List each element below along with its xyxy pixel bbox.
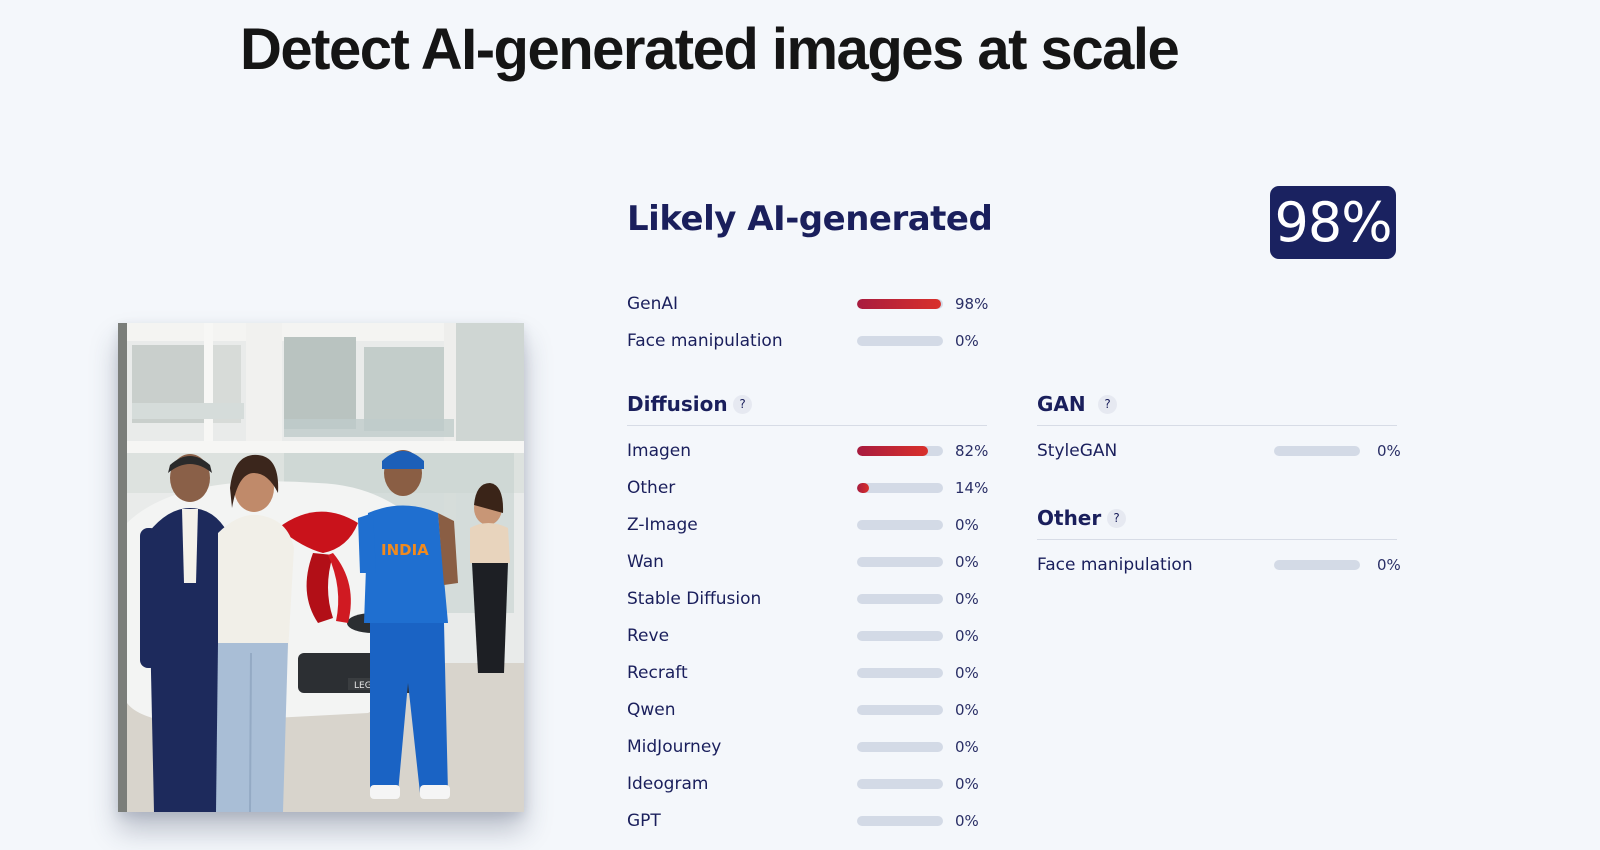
row-value: 0% <box>955 812 979 830</box>
score-bar <box>857 594 943 604</box>
row-label: Recraft <box>627 663 688 683</box>
help-icon[interactable]: ? <box>733 395 752 414</box>
help-icon[interactable]: ? <box>1098 395 1117 414</box>
row-value: 0% <box>955 332 979 350</box>
score-bar <box>857 779 943 789</box>
detector-row: Other 14% <box>627 477 989 514</box>
score-bar <box>857 299 943 309</box>
detector-row: StyleGAN 0% <box>1037 440 1401 477</box>
detector-row: Wan 0% <box>627 551 987 588</box>
score-bar-fill <box>857 299 942 309</box>
score-bar <box>857 668 943 678</box>
row-label: MidJourney <box>627 737 722 757</box>
row-value: 0% <box>955 738 979 756</box>
score-bar <box>857 816 943 826</box>
row-label: Z-Image <box>627 515 698 535</box>
summary-list: GenAI 98% Face manipulation 0% <box>627 293 989 367</box>
diffusion-section: Diffusion ? Imagen 82% Other 14% Z-Image 0% Wa… <box>627 392 989 847</box>
row-label: Wan <box>627 552 664 572</box>
row-value: 0% <box>1377 442 1401 460</box>
detector-row: MidJourney 0% <box>627 736 987 773</box>
summary-row-face-manipulation: Face manipulation 0% <box>627 330 987 367</box>
row-label: GPT <box>627 811 661 831</box>
row-value: 0% <box>955 664 979 682</box>
detector-row: Ideogram 0% <box>627 773 987 810</box>
row-value: 0% <box>955 701 979 719</box>
row-label: StyleGAN <box>1037 441 1118 461</box>
score-bar <box>1274 560 1360 570</box>
gan-rows: StyleGAN 0% <box>1037 440 1401 477</box>
analyzed-image: LEGE INDIA <box>118 323 524 812</box>
detector-row: Stable Diffusion 0% <box>627 588 987 625</box>
page-title: Detect AI-generated images at scale <box>240 17 1180 82</box>
other-rows: Face manipulation 0% <box>1037 554 1401 591</box>
row-value: 0% <box>955 516 979 534</box>
section-title: GAN <box>1037 392 1086 416</box>
diffusion-rows: Imagen 82% Other 14% Z-Image 0% Wan 0% Stable Di… <box>627 440 989 847</box>
score-bar <box>857 446 943 456</box>
verdict-label: Likely AI-generated <box>627 199 993 239</box>
score-bar <box>857 705 943 715</box>
section-title: Other <box>1037 506 1102 530</box>
jersey-text: INDIA <box>381 541 429 559</box>
overall-score-badge: 98% <box>1270 186 1396 259</box>
row-value: 0% <box>955 590 979 608</box>
detector-row: Face manipulation 0% <box>1037 554 1401 591</box>
score-bar-fill <box>857 446 928 456</box>
row-value: 98% <box>955 295 989 313</box>
row-value: 0% <box>955 553 979 571</box>
detector-row: Reve 0% <box>627 625 987 662</box>
section-header: Diffusion ? <box>627 392 987 426</box>
detector-row: Recraft 0% <box>627 662 987 699</box>
row-value: 0% <box>1377 556 1401 574</box>
score-bar <box>857 483 943 493</box>
score-bar <box>857 557 943 567</box>
summary-row-genai: GenAI 98% <box>627 293 989 330</box>
score-bar-fill <box>857 483 870 493</box>
help-icon[interactable]: ? <box>1107 509 1126 528</box>
score-bar <box>857 336 943 346</box>
row-label: Face manipulation <box>627 331 783 351</box>
section-header: GAN ? <box>1037 392 1397 426</box>
detector-row: Z-Image 0% <box>627 514 987 551</box>
row-value: 82% <box>955 442 989 460</box>
score-bar <box>857 520 943 530</box>
row-label: Other <box>627 478 676 498</box>
detector-row: GPT 0% <box>627 810 987 847</box>
row-label: Stable Diffusion <box>627 589 762 609</box>
score-bar <box>1274 446 1360 456</box>
detector-row: Qwen 0% <box>627 699 987 736</box>
row-label: Ideogram <box>627 774 709 794</box>
detector-row: Imagen 82% <box>627 440 989 477</box>
section-header: Other ? <box>1037 506 1397 540</box>
other-section: Other ? Face manipulation 0% <box>1037 506 1401 591</box>
row-value: 0% <box>955 627 979 645</box>
score-bar <box>857 631 943 641</box>
section-title: Diffusion <box>627 392 728 416</box>
gan-section: GAN ? StyleGAN 0% <box>1037 392 1401 477</box>
row-label: Imagen <box>627 441 692 461</box>
row-label: Qwen <box>627 700 676 720</box>
row-value: 14% <box>955 479 989 497</box>
row-value: 0% <box>955 775 979 793</box>
score-bar <box>857 742 943 752</box>
row-label: Reve <box>627 626 670 646</box>
row-label: GenAI <box>627 294 679 314</box>
row-label: Face manipulation <box>1037 555 1193 575</box>
